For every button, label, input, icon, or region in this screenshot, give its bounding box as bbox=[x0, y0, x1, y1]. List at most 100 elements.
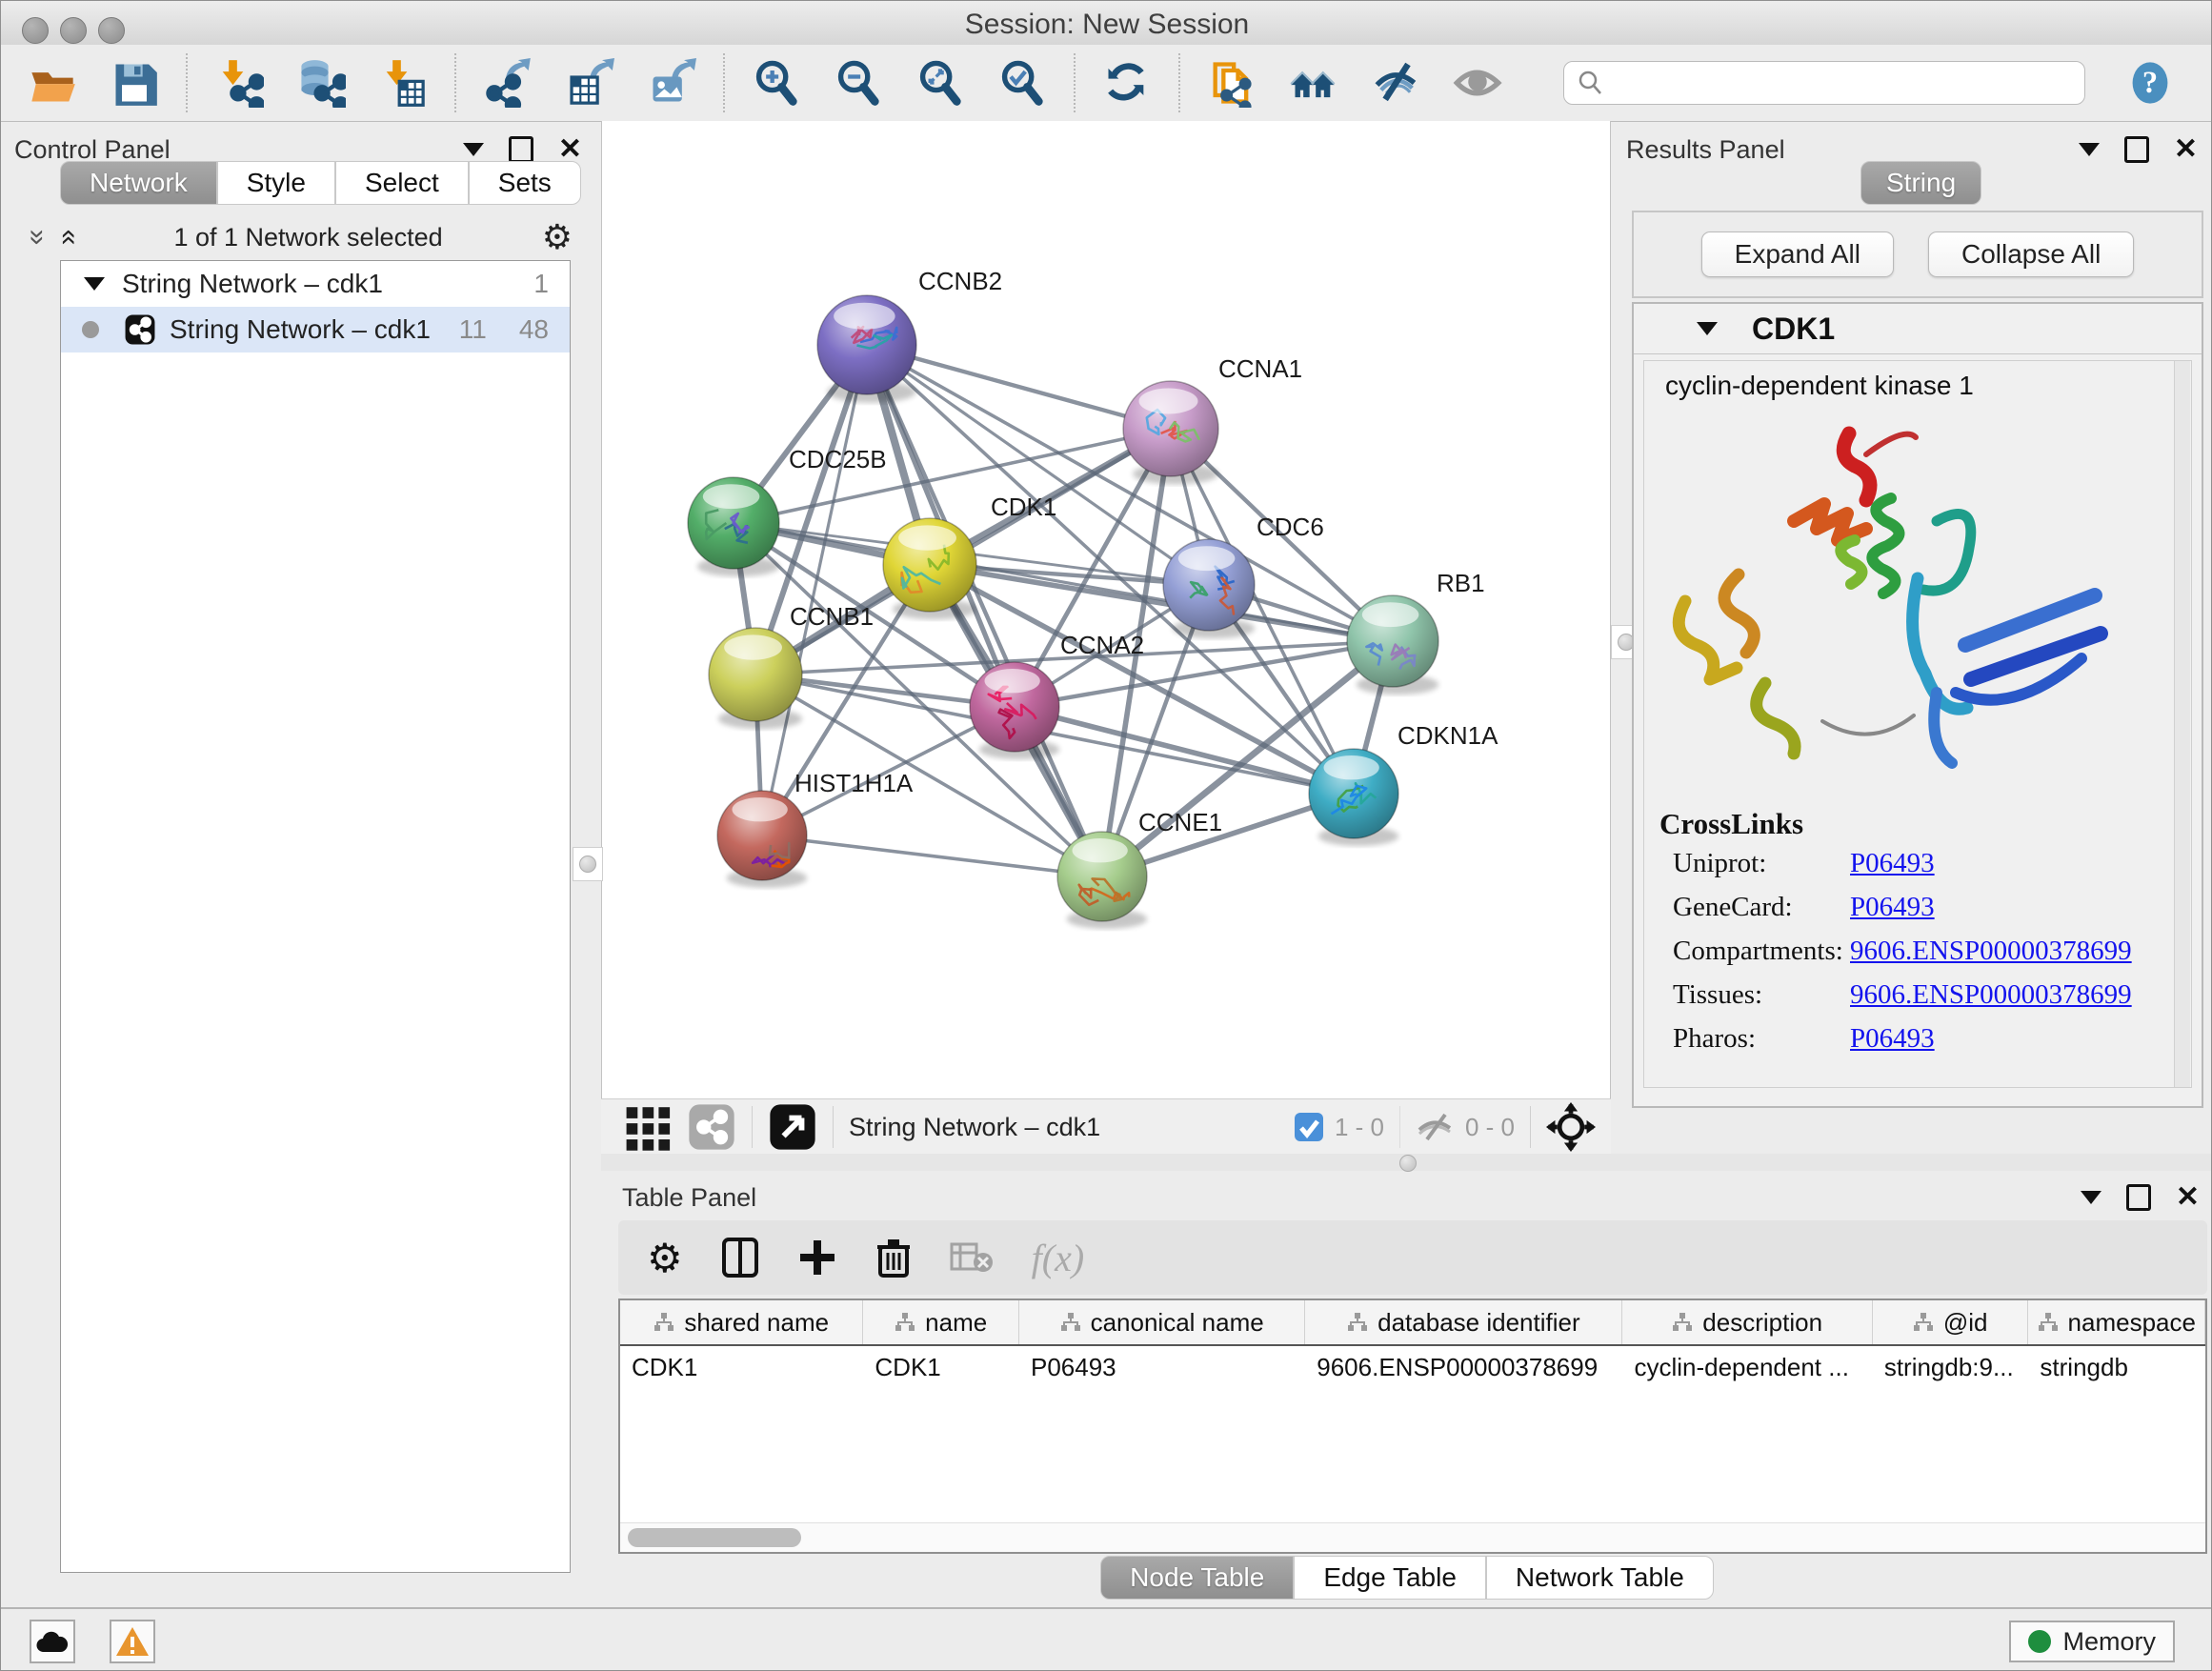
edge-CCNA1-CDC25B[interactable] bbox=[734, 429, 1171, 523]
network-options-gear-icon[interactable]: ⚙ bbox=[542, 217, 573, 257]
tab-sets[interactable]: Sets bbox=[469, 161, 581, 205]
crosslink-label: Tissues: bbox=[1644, 979, 1850, 1011]
control-panel-close-icon[interactable]: ✕ bbox=[558, 139, 582, 160]
network-tree-row[interactable]: String Network – cdk1 1 bbox=[61, 261, 570, 307]
memory-button[interactable]: Memory bbox=[2009, 1621, 2175, 1662]
grid-view-icon[interactable] bbox=[624, 1102, 674, 1152]
results-vertical-scrollbar[interactable] bbox=[2174, 361, 2190, 1087]
table-cell[interactable]: CDK1 bbox=[620, 1346, 863, 1388]
table-panel-close-icon[interactable]: ✕ bbox=[2176, 1187, 2200, 1208]
network-share-view-icon[interactable] bbox=[687, 1102, 736, 1152]
hide-eye-icon[interactable] bbox=[1371, 58, 1420, 108]
node-CCNA2[interactable]: CCNA2 bbox=[970, 631, 1144, 759]
tree-expand-icon[interactable] bbox=[84, 277, 105, 291]
crosslink-value-link[interactable]: 9606.ENSP00000378699 bbox=[1850, 979, 2132, 1011]
help-icon[interactable]: ? bbox=[2125, 58, 2175, 108]
table-options-gear-icon[interactable]: ⚙ bbox=[647, 1235, 683, 1281]
tab-style[interactable]: Style bbox=[217, 161, 335, 205]
table-cell[interactable]: 9606.ENSP00000378699 bbox=[1305, 1346, 1622, 1388]
table-row[interactable]: CDK1CDK1P064939606.ENSP00000378699cyclin… bbox=[620, 1346, 2205, 1388]
node-CCNB1[interactable]: CCNB1 bbox=[709, 602, 874, 729]
column-header-canonical-name[interactable]: canonical name bbox=[1019, 1300, 1305, 1344]
zoom-in-icon[interactable] bbox=[752, 58, 801, 108]
crosslink-value-link[interactable]: 9606.ENSP00000378699 bbox=[1850, 936, 2132, 967]
control-panel-tabs: NetworkStyleSelectSets bbox=[60, 161, 581, 205]
export-table-icon[interactable] bbox=[565, 58, 614, 108]
table-cell[interactable]: cyclin-dependent ... bbox=[1622, 1346, 1872, 1388]
column-header-database-identifier[interactable]: database identifier bbox=[1305, 1300, 1622, 1344]
delete-column-icon[interactable] bbox=[875, 1236, 912, 1279]
save-session-icon[interactable] bbox=[110, 58, 159, 108]
network-tree-row[interactable]: String Network – cdk1 11 48 bbox=[61, 307, 570, 352]
entry-gene-name: CDK1 bbox=[1752, 312, 1835, 347]
open-session-icon[interactable] bbox=[28, 58, 77, 108]
node-CDC6[interactable]: CDC6 bbox=[1163, 513, 1324, 638]
search-input[interactable] bbox=[1563, 61, 2085, 105]
node-CCNE1[interactable]: CCNE1 bbox=[1057, 808, 1222, 929]
column-header-name[interactable]: name bbox=[863, 1300, 1019, 1344]
import-network-file-icon[interactable] bbox=[214, 58, 264, 108]
zoom-selected-icon[interactable] bbox=[997, 58, 1047, 108]
column-header--id[interactable]: @id bbox=[1873, 1300, 2029, 1344]
tab-network-table[interactable]: Network Table bbox=[1486, 1556, 1714, 1600]
tab-select[interactable]: Select bbox=[335, 161, 469, 205]
function-builder-icon[interactable]: f(x) bbox=[1032, 1236, 1085, 1280]
table-cell[interactable]: stringdb:9... bbox=[1873, 1346, 2029, 1388]
entry-collapse-icon[interactable] bbox=[1697, 322, 1718, 335]
node-CCNA1[interactable]: CCNA1 bbox=[1123, 354, 1302, 485]
double-house-icon[interactable] bbox=[1289, 58, 1338, 108]
tab-string[interactable]: String bbox=[1860, 161, 1981, 205]
control-panel-float-icon[interactable] bbox=[509, 136, 533, 163]
table-cell[interactable]: stringdb bbox=[2028, 1346, 2205, 1388]
warnings-button[interactable] bbox=[110, 1620, 155, 1663]
crosslink-value-link[interactable]: P06493 bbox=[1850, 1023, 1935, 1055]
add-column-icon[interactable] bbox=[797, 1238, 837, 1278]
horizontal-splitter[interactable] bbox=[601, 1154, 2212, 1171]
zoom-out-icon[interactable] bbox=[834, 58, 883, 108]
collapse-all-button[interactable]: Collapse All bbox=[1928, 232, 2134, 277]
zoom-fit-icon[interactable] bbox=[915, 58, 965, 108]
node-label-CCNB2: CCNB2 bbox=[918, 267, 1002, 295]
node-CDKN1A[interactable]: CDKN1A bbox=[1309, 721, 1498, 846]
column-header-shared-name[interactable]: shared name bbox=[620, 1300, 863, 1344]
node-RB1[interactable]: RB1 bbox=[1347, 569, 1485, 695]
network-canvas[interactable]: CCNB2CCNA1CDC25BCDK1CDC6RB1CCNB1CCNA2CDK… bbox=[601, 121, 1611, 1098]
results-panel-close-icon[interactable]: ✕ bbox=[2174, 139, 2198, 160]
column-header-description[interactable]: description bbox=[1622, 1300, 1872, 1344]
node-HIST1H1A[interactable]: HIST1H1A bbox=[717, 769, 914, 888]
crosslink-value-link[interactable]: P06493 bbox=[1850, 892, 1935, 923]
column-type-icon bbox=[1672, 1312, 1693, 1333]
import-table-icon[interactable] bbox=[378, 58, 428, 108]
clear-table-icon[interactable] bbox=[950, 1240, 994, 1275]
control-panel-minimize-icon[interactable] bbox=[463, 143, 484, 156]
birds-eye-view-icon[interactable] bbox=[768, 1102, 817, 1152]
table-cell[interactable]: P06493 bbox=[1019, 1346, 1305, 1388]
expand-all-networks-icon[interactable]: » bbox=[52, 230, 81, 246]
column-header-namespace[interactable]: namespace bbox=[2028, 1300, 2205, 1344]
tab-node-table[interactable]: Node Table bbox=[1100, 1556, 1294, 1600]
table-panel-minimize-icon[interactable] bbox=[2081, 1191, 2101, 1204]
collapse-all-networks-icon[interactable]: » bbox=[23, 230, 51, 246]
cloud-status-button[interactable] bbox=[30, 1620, 75, 1663]
string-documents-icon[interactable] bbox=[1207, 58, 1257, 108]
selected-checkbox-icon[interactable] bbox=[1293, 1111, 1325, 1143]
import-network-database-icon[interactable] bbox=[296, 58, 346, 108]
fit-selected-crosshair-icon[interactable] bbox=[1546, 1102, 1596, 1152]
export-network-icon[interactable] bbox=[483, 58, 533, 108]
export-image-icon[interactable] bbox=[647, 58, 696, 108]
apply-layout-icon[interactable] bbox=[1102, 58, 1152, 108]
tab-network[interactable]: Network bbox=[60, 161, 217, 205]
left-splitter-handle[interactable] bbox=[573, 847, 603, 881]
hidden-eye-slash-icon[interactable] bbox=[1416, 1111, 1456, 1143]
results-panel-minimize-icon[interactable] bbox=[2079, 143, 2100, 156]
show-eye-icon[interactable] bbox=[1453, 58, 1502, 108]
table-horizontal-scrollbar[interactable] bbox=[620, 1522, 2205, 1552]
table-panel-float-icon[interactable] bbox=[2126, 1184, 2151, 1211]
edge-HIST1H1A-CCNE1[interactable] bbox=[762, 836, 1102, 876]
tab-edge-table[interactable]: Edge Table bbox=[1294, 1556, 1486, 1600]
crosslink-value-link[interactable]: P06493 bbox=[1850, 848, 1935, 879]
table-cell[interactable]: CDK1 bbox=[863, 1346, 1019, 1388]
show-columns-icon[interactable] bbox=[721, 1237, 759, 1278]
expand-all-button[interactable]: Expand All bbox=[1701, 232, 1894, 277]
results-panel-float-icon[interactable] bbox=[2124, 136, 2149, 163]
